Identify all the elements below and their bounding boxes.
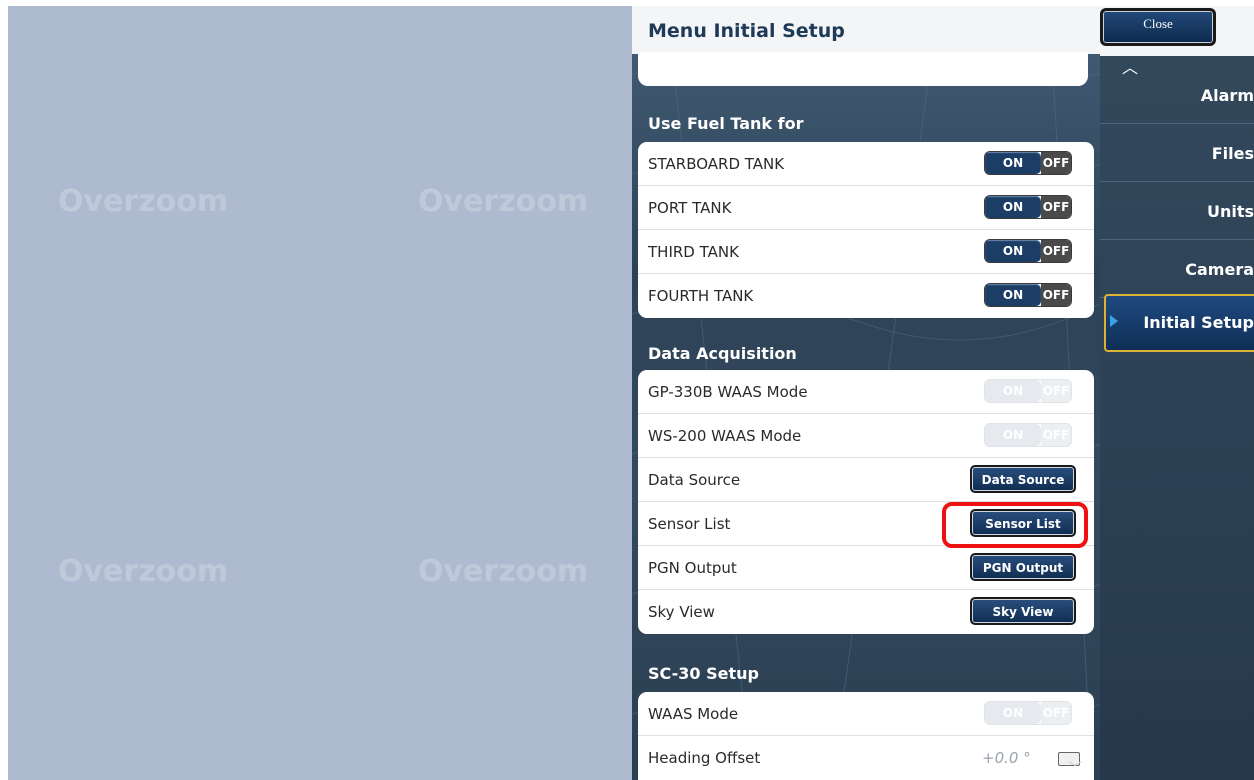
list-item: PGN Output PGN Output (638, 546, 1094, 590)
pgn-output-button[interactable]: PGN Output (970, 553, 1076, 581)
previous-section-card (638, 52, 1088, 86)
toggle-on: ON (985, 240, 1041, 262)
close-button[interactable]: Close (1100, 8, 1216, 46)
menu-scroll-area[interactable]: ︿ Use Fuel Tank for STARBOARD TANK ON OF… (632, 52, 1100, 780)
sidebar: Close ︿ Alarm Files Units Camera Initial… (1100, 6, 1254, 780)
toggle-off: OFF (1041, 240, 1071, 262)
overzoom-watermark: Overzoom (418, 554, 589, 589)
section-title-sc30: SC-30 Setup (648, 664, 759, 683)
toggle-on: ON (985, 284, 1041, 306)
toggle-off: OFF (1041, 284, 1071, 306)
toggle-off: OFF (1041, 380, 1071, 402)
toggle-off: OFF (1041, 196, 1071, 218)
sky-view-button[interactable]: Sky View (970, 597, 1076, 625)
overzoom-watermark: Overzoom (418, 184, 589, 219)
sidebar-item-label: Initial Setup (1143, 313, 1254, 332)
list-item[interactable]: Heading Offset +0.0 ° (638, 736, 1094, 780)
toggle-off: OFF (1041, 152, 1071, 174)
toggle-on: ON (985, 424, 1041, 446)
row-label: FOURTH TANK (648, 287, 754, 305)
toggle-on: ON (985, 702, 1041, 724)
row-label: Sky View (648, 603, 715, 621)
sidebar-item-label: Units (1206, 202, 1254, 221)
list-item: Data Source Data Source (638, 458, 1094, 502)
sidebar-item-label: Alarm (1200, 86, 1254, 105)
sidebar-item-label: Camera (1185, 260, 1254, 279)
row-label: THIRD TANK (648, 243, 739, 261)
ws200-waas-toggle[interactable]: ON OFF (984, 423, 1072, 447)
row-label: Sensor List (648, 515, 731, 533)
fourth-tank-toggle[interactable]: ON OFF (984, 283, 1072, 307)
sidebar-item-files[interactable]: Files (1100, 124, 1254, 182)
row-label: PORT TANK (648, 199, 732, 217)
toggle-on: ON (985, 152, 1041, 174)
scroll-down-icon[interactable]: ﹀ (1068, 758, 1082, 778)
sidebar-item-alarm[interactable]: Alarm (1100, 66, 1254, 124)
active-arrow-icon (1110, 315, 1118, 327)
row-label: WAAS Mode (648, 705, 739, 723)
starboard-tank-toggle[interactable]: ON OFF (984, 151, 1072, 175)
chart-map-area[interactable]: Overzoom Overzoom Overzoom Overzoom (8, 6, 632, 780)
menu-panel: Menu Initial Setup ︿ Use Fuel Tank for S… (632, 6, 1100, 780)
row-label: Data Source (648, 471, 741, 489)
list-item: THIRD TANK ON OFF (638, 230, 1094, 274)
list-item: FOURTH TANK ON OFF (638, 274, 1094, 318)
row-label: PGN Output (648, 559, 737, 577)
sidebar-item-units[interactable]: Units (1100, 182, 1254, 240)
section-title-data: Data Acquisition (648, 344, 797, 363)
toggle-off: OFF (1041, 702, 1071, 724)
heading-offset-value: +0.0 ° (982, 749, 1031, 767)
sidebar-item-label: Files (1211, 144, 1254, 163)
row-label: STARBOARD TANK (648, 155, 785, 173)
list-item: STARBOARD TANK ON OFF (638, 142, 1094, 186)
highlight-box (942, 502, 1088, 548)
list-item: WAAS Mode ON OFF (638, 692, 1094, 736)
sidebar-header: Close (1100, 6, 1254, 56)
fuel-tank-card: STARBOARD TANK ON OFF PORT TANK ON OFF T… (638, 142, 1094, 318)
row-label: WS-200 WAAS Mode (648, 427, 802, 445)
row-label: Heading Offset (648, 749, 761, 767)
toggle-on: ON (985, 196, 1041, 218)
page-title: Menu Initial Setup (648, 20, 845, 42)
sc30-waas-toggle[interactable]: ON OFF (984, 701, 1072, 725)
list-item: GP-330B WAAS Mode ON OFF (638, 370, 1094, 414)
list-item: PORT TANK ON OFF (638, 186, 1094, 230)
list-item: Sky View Sky View (638, 590, 1094, 634)
gp330b-waas-toggle[interactable]: ON OFF (984, 379, 1072, 403)
row-label: GP-330B WAAS Mode (648, 383, 808, 401)
list-item: WS-200 WAAS Mode ON OFF (638, 414, 1094, 458)
port-tank-toggle[interactable]: ON OFF (984, 195, 1072, 219)
sidebar-item-initial-setup[interactable]: Initial Setup (1104, 294, 1254, 352)
section-title-fuel: Use Fuel Tank for (648, 114, 804, 133)
data-source-button[interactable]: Data Source (970, 465, 1076, 493)
toggle-on: ON (985, 380, 1041, 402)
overzoom-watermark: Overzoom (58, 554, 229, 589)
sc30-setup-card: WAAS Mode ON OFF Heading Offset +0.0 ° (638, 692, 1094, 780)
sidebar-item-camera[interactable]: Camera (1100, 240, 1254, 298)
overzoom-watermark: Overzoom (58, 184, 229, 219)
menu-header: Menu Initial Setup (632, 6, 1100, 54)
third-tank-toggle[interactable]: ON OFF (984, 239, 1072, 263)
toggle-off: OFF (1041, 424, 1071, 446)
